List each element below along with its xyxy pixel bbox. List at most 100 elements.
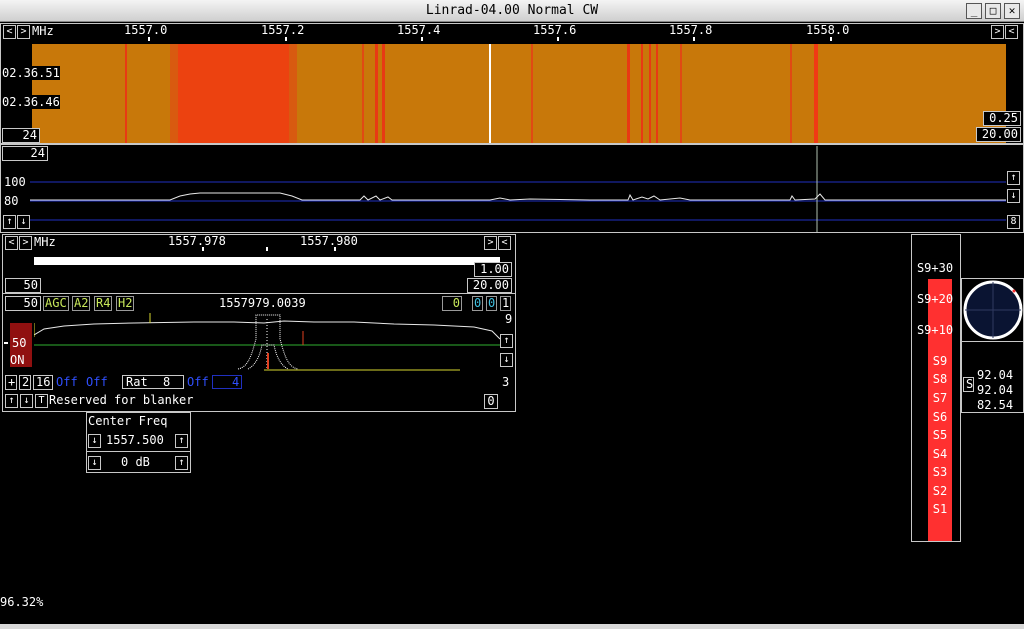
maximize-button[interactable]: □	[985, 3, 1001, 19]
sixteen-button[interactable]: 16	[33, 375, 53, 390]
readout-value: 92.04	[977, 383, 1014, 397]
waterfall-tick: 1557.4	[397, 23, 441, 37]
s-meter-label: S8	[932, 372, 948, 386]
two-button[interactable]: 2	[19, 375, 31, 390]
close-button[interactable]: ✕	[1004, 3, 1020, 19]
baseband-frequency: 1557979.0039	[219, 296, 306, 310]
waterfall-right-top-value[interactable]: 0.25	[983, 111, 1021, 126]
baseband-zoom-right[interactable]: >	[484, 236, 497, 250]
tick-mark	[202, 247, 204, 251]
waterfall-tick: 1557.0	[124, 23, 168, 37]
title-bar: Linrad-04.00 Normal CW	[0, 0, 1024, 22]
baseband-unit: MHz	[34, 235, 56, 249]
baseband-left-mid-value[interactable]: 50	[5, 278, 41, 293]
right-three: 3	[502, 375, 510, 389]
waterfall-zoom-right-arrow[interactable]: >	[991, 25, 1004, 39]
channel-marker	[4, 342, 8, 344]
divider	[2, 293, 516, 294]
s-meter-label: S4	[932, 447, 948, 461]
blanker-down-arrow[interactable]: ↓	[20, 394, 33, 408]
spectrum-up-arrow-left[interactable]: ↑	[3, 215, 16, 229]
s-meter-label: S9	[932, 354, 948, 368]
readout-value: 92.04	[977, 368, 1014, 382]
waterfall-tick: 1557.2	[261, 23, 305, 37]
waterfall-zoom-left-arrow[interactable]: <	[1005, 25, 1018, 39]
baseband-down-arrow[interactable]: ↓	[500, 353, 513, 367]
off-button-3[interactable]: Off	[187, 375, 209, 389]
waterfall-right-bottom-value[interactable]: 20.00	[976, 127, 1021, 142]
baseband-right-top-value[interactable]: 1.00	[474, 262, 512, 277]
s-meter-label: S9+30	[916, 261, 954, 275]
center-freq-down-arrow[interactable]: ↓	[88, 434, 101, 448]
waterfall-tick: 1557.6	[533, 23, 577, 37]
blanker-text: Reserved for blanker	[49, 393, 194, 407]
small-value[interactable]: 1	[500, 296, 512, 311]
s-meter-label: S9+20	[916, 292, 954, 306]
tick-mark	[285, 37, 287, 41]
bottom-border	[0, 624, 1024, 629]
minimize-button[interactable]: _	[966, 3, 982, 19]
center-freq-gain: 0 dB	[121, 455, 150, 469]
spectrum-level-80: 80	[4, 194, 19, 208]
waterfall-left-arrow[interactable]: <	[3, 25, 16, 39]
tick-mark	[693, 37, 695, 41]
waterfall-display[interactable]	[32, 44, 1006, 143]
spectrum-down-arrow[interactable]: ↓	[1007, 189, 1020, 203]
off-button-2[interactable]: Off	[86, 375, 108, 389]
baseband-spectrum[interactable]	[34, 309, 500, 373]
blanker-up-arrow[interactable]: ↑	[5, 394, 18, 408]
phase-display	[962, 279, 1023, 341]
tick-mark	[266, 247, 268, 251]
tick-mark	[830, 37, 832, 41]
center-freq-title: Center Freq	[88, 414, 168, 428]
waterfall-time: 02.36.46	[2, 95, 60, 109]
baseband-zoom-left[interactable]: <	[498, 236, 511, 250]
divider	[961, 341, 1024, 342]
channel-value: 50	[12, 336, 27, 350]
center-freq-value: 1557.500	[106, 433, 164, 447]
baseband-right-arrow[interactable]: >	[19, 236, 32, 250]
rat-value: 8	[163, 375, 171, 389]
tick-mark	[557, 37, 559, 41]
readout-value: 82.54	[977, 398, 1014, 412]
s-toggle-button[interactable]: S	[963, 377, 974, 392]
channel-state: ON	[10, 353, 25, 367]
baseband-up-arrow[interactable]: ↑	[500, 334, 513, 348]
baseband-right-mid-value[interactable]: 20.00	[467, 278, 512, 293]
spectrum-right-value[interactable]: 8	[1007, 215, 1020, 229]
gain-down-arrow[interactable]: ↓	[88, 456, 101, 470]
off-button-1[interactable]: Off	[56, 375, 78, 389]
baseband-left-arrow[interactable]: <	[5, 236, 18, 250]
spectrum-down-arrow-left[interactable]: ↓	[17, 215, 30, 229]
t-button[interactable]: T	[35, 394, 48, 408]
divider	[86, 451, 191, 452]
waterfall-tick: 1558.0	[806, 23, 850, 37]
baseband-bandwidth-bar[interactable]	[34, 257, 500, 265]
baseband-tick: 1557.980	[300, 234, 358, 248]
waterfall-tick: 1557.8	[669, 23, 713, 37]
waterfall-unit: MHz	[32, 24, 54, 38]
s-meter-label: S1	[932, 502, 948, 516]
waterfall-time: 02.36.51	[2, 66, 60, 80]
waterfall-left-value[interactable]: 24	[2, 128, 40, 143]
tick-mark	[421, 37, 423, 41]
baseband-tick: 1557.978	[168, 234, 226, 248]
status-percent: 96.32%	[0, 595, 44, 609]
blanker-value[interactable]: 0	[484, 394, 498, 409]
rat-label: Rat	[126, 375, 148, 389]
spectrum-display[interactable]	[30, 146, 1006, 232]
center-freq-up-arrow[interactable]: ↑	[175, 434, 188, 448]
window-title: Linrad-04.00 Normal CW	[425, 3, 599, 18]
s-meter-label: S9+10	[916, 323, 954, 337]
s-meter-label: S5	[932, 428, 948, 442]
s-meter-label: S7	[932, 391, 948, 405]
s-meter-label: S2	[932, 484, 948, 498]
tick-mark	[334, 247, 336, 251]
waterfall-right-arrow[interactable]: >	[17, 25, 30, 39]
gain-up-arrow[interactable]: ↑	[175, 456, 188, 470]
plus-button[interactable]: +	[5, 375, 17, 390]
spectrum-up-arrow[interactable]: ↑	[1007, 171, 1020, 185]
tick-mark	[148, 37, 150, 41]
baseband-right-9: 9	[505, 312, 513, 326]
four-value: 4	[232, 375, 240, 389]
